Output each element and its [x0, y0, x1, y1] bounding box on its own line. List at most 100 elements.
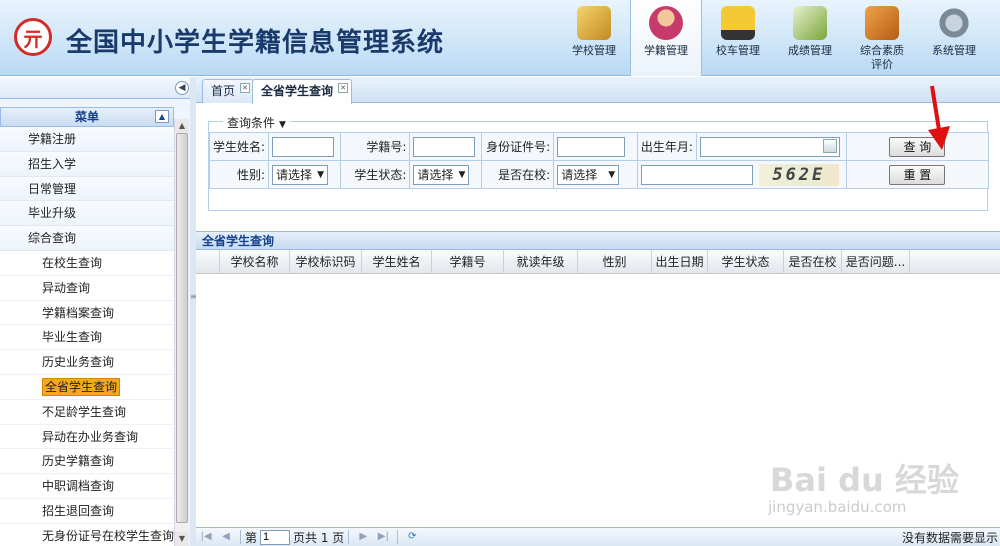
menu-item-label: 招生入学 [28, 156, 77, 171]
menu-item[interactable]: 招生入学 [0, 151, 174, 177]
birth-date-picker[interactable] [699, 136, 840, 157]
query-legend[interactable]: 查询条件 ▼ [223, 114, 290, 131]
collapse-sidebar-icon[interactable]: ◀ [175, 81, 189, 95]
dropdown-icon: ▼ [317, 169, 325, 180]
captcha-input[interactable] [640, 164, 753, 185]
collapse-menu-icon[interactable]: ▲ [155, 110, 169, 123]
logo-icon: 亓 [14, 18, 52, 56]
menu-subitem[interactable]: 全省学生查询 [0, 374, 174, 400]
nav-school-management[interactable]: 学校管理 [558, 0, 630, 76]
nav-student-management[interactable]: 学籍管理 [630, 0, 702, 76]
in-school-select-value: 请选择 [561, 167, 598, 182]
column-header[interactable]: 出生日期 [652, 250, 708, 274]
menu-item-label: 历史业务查询 [42, 355, 115, 370]
close-icon[interactable]: ✕ [240, 83, 251, 93]
menu-subitem[interactable]: 毕业生查询 [0, 325, 174, 351]
menu-subitem[interactable]: 不足龄学生查询 [0, 399, 174, 425]
menu-item-label: 不足龄学生查询 [42, 404, 127, 419]
page-suffix: 页共 1 页 [293, 530, 345, 545]
status-select[interactable]: 请选择 ▼ [413, 164, 470, 185]
row-number-header [196, 250, 220, 274]
column-header[interactable]: 学籍号 [432, 250, 504, 274]
gender-select[interactable]: 请选择 ▼ [272, 164, 329, 185]
column-header[interactable]: 学生姓名 [362, 250, 432, 274]
student-no-input[interactable] [413, 136, 476, 157]
top-navigation: 学校管理 学籍管理 校车管理 成绩管理 综合素质 评价 系统管理 [558, 0, 990, 76]
nav-label: 成绩管理 [788, 44, 832, 57]
nav-bus-management[interactable]: 校车管理 [702, 0, 774, 76]
bus-icon [721, 6, 755, 40]
menu-item-label: 学籍注册 [28, 132, 77, 146]
column-header[interactable]: 学校名称 [220, 250, 290, 274]
scroll-down-icon[interactable]: ▼ [175, 532, 189, 546]
nav-label: 系统管理 [932, 44, 976, 57]
menu-subitem[interactable]: 历史学籍查询 [0, 449, 174, 475]
scroll-up-icon[interactable]: ▲ [175, 119, 189, 133]
menu-item-label: 异动查询 [42, 280, 91, 295]
menu-header: 菜单 ▲ [0, 107, 174, 127]
name-label: 学生姓名: [208, 132, 270, 161]
menu-subitem[interactable]: 无身份证号在校学生查询 [0, 523, 174, 546]
menu-item[interactable]: 毕业升级 [0, 201, 174, 227]
grid-header: 学校名称 学校标识码 学生姓名 学籍号 就读年级 性别 出生日期 学生状态 是否在校 是否问题..… [196, 250, 1000, 274]
watermark-logo: Bai du 经验 [770, 461, 959, 499]
menu-item-label: 中职调档查询 [42, 479, 115, 494]
sidebar-toolbar: ◀ [0, 77, 195, 99]
menu-subitem[interactable]: 异动在办业务查询 [0, 424, 174, 450]
column-header[interactable]: 性别 [578, 250, 652, 274]
sidebar: ◀ 菜单 ▲ 学籍注册招生入学日常管理毕业升级 综合查询 在校生查询异动查询学籍档案… [0, 77, 196, 546]
tab-label: 全省学生查询 [261, 84, 334, 98]
column-header[interactable]: 学校标识码 [290, 250, 362, 274]
column-header[interactable]: 是否问题... [842, 250, 910, 274]
menu-item[interactable]: 综合查询 [0, 226, 174, 251]
pager-separator [240, 530, 241, 544]
app-header: 亓 全国中小学生学籍信息管理系统 学校管理 学籍管理 校车管理 成绩管理 综合素… [0, 0, 1000, 76]
menu-item[interactable]: 学籍注册 [0, 127, 174, 152]
birth-date-input[interactable] [699, 136, 840, 157]
column-header[interactable]: 就读年级 [504, 250, 578, 274]
menu-item-label: 无身份证号在校学生查询 [42, 528, 174, 543]
column-header[interactable]: 是否在校 [784, 250, 842, 274]
id-no-input[interactable] [557, 136, 626, 157]
captcha-image[interactable]: 562E [758, 163, 839, 186]
birth-label: 出生年月: [636, 132, 697, 161]
menu-item-label: 日常管理 [28, 181, 77, 196]
gender-label: 性别: [208, 160, 270, 189]
next-page-icon[interactable]: ▶ [356, 530, 370, 544]
chevron-down-icon: ▼ [279, 120, 286, 130]
menu-subitem[interactable]: 招生退回查询 [0, 498, 174, 524]
menu-subitem[interactable]: 历史业务查询 [0, 350, 174, 375]
close-icon[interactable]: ✕ [338, 83, 349, 93]
tab-home[interactable]: 首页 ✕ [202, 79, 255, 103]
menu-item-label: 全省学生查询 [42, 377, 121, 396]
column-header[interactable]: 学生状态 [708, 250, 784, 274]
tab-province-student-query[interactable]: 全省学生查询 ✕ [252, 79, 353, 104]
in-school-select[interactable]: 请选择 ▼ [557, 164, 620, 185]
menu-subitem[interactable]: 学籍档案查询 [0, 300, 174, 326]
reset-button[interactable]: 重 置 [889, 164, 946, 185]
page-number-input[interactable] [260, 529, 291, 545]
pagination-bar: |◀ ◀ 第 页共 1 页 ▶ ▶| ⟳ 没有数据需要显示 [196, 527, 1000, 546]
menu-subitem[interactable]: 中职调档查询 [0, 474, 174, 499]
query-legend-label: 查询条件 [227, 116, 276, 130]
student-no-label: 学籍号: [339, 132, 411, 161]
prev-page-icon[interactable]: ◀ [219, 530, 233, 544]
last-page-icon[interactable]: ▶| [376, 530, 390, 544]
first-page-icon[interactable]: |◀ [199, 530, 213, 544]
student-name-input[interactable] [272, 136, 335, 157]
nav-system-management[interactable]: 系统管理 [918, 0, 990, 76]
menu-title: 菜单 [74, 110, 99, 124]
tab-label: 首页 [211, 84, 236, 98]
menu-item-label: 招生退回查询 [42, 503, 115, 518]
scrollbar-thumb[interactable] [176, 133, 188, 523]
sidebar-scrollbar[interactable]: ▲ ▼ [174, 119, 189, 546]
nav-grade-management[interactable]: 成绩管理 [774, 0, 846, 76]
pager-separator [397, 530, 399, 544]
menu-subitem[interactable]: 在校生查询 [0, 250, 174, 276]
refresh-icon[interactable]: ⟳ [405, 530, 419, 544]
calendar-icon[interactable] [822, 138, 837, 153]
nav-quality-evaluation[interactable]: 综合素质 评价 [846, 0, 918, 76]
nav-label: 学籍管理 [644, 44, 688, 57]
menu-subitem[interactable]: 异动查询 [0, 275, 174, 301]
menu-item[interactable]: 日常管理 [0, 176, 174, 202]
